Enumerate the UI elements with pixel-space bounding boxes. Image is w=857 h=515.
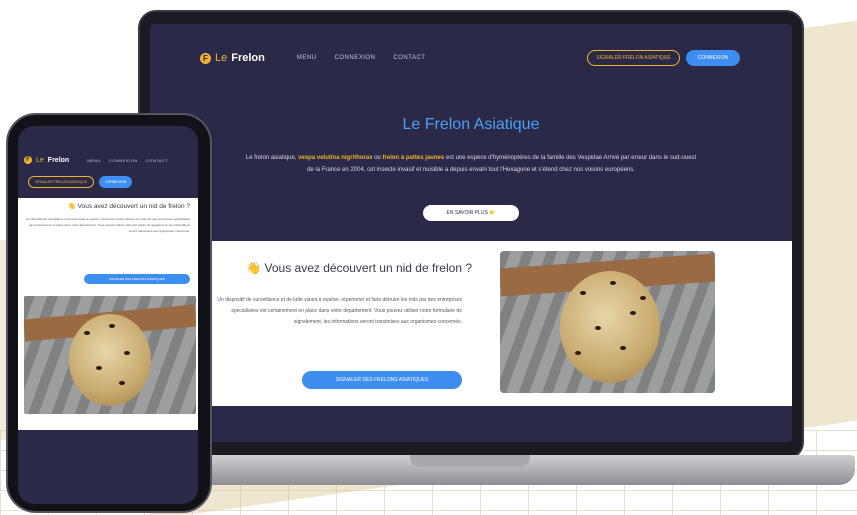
hornet <box>575 351 581 355</box>
report-hornets-button[interactable]: SIGNALER DES FRELONS ASIATIQUES <box>302 371 462 389</box>
footer <box>150 406 792 442</box>
login-button[interactable]: CONNEXION <box>99 176 133 188</box>
hornet <box>84 331 90 335</box>
nav-item-connexion[interactable]: CONNEXION <box>109 158 138 163</box>
hero-paragraph: Le frelon asiatique, vespa velutina nigr… <box>245 152 697 176</box>
report-hornet-button[interactable]: SIGNALER FRELON ASIATIQUE <box>587 50 680 66</box>
section-title: 👋 Vous avez découvert un nid de frelon ? <box>67 203 190 210</box>
hornet <box>620 346 626 350</box>
hero-text-part: Le frelon asiatique, <box>245 155 299 161</box>
nav-item-menu[interactable]: MENU <box>297 55 317 61</box>
nav-actions: SIGNALER FRELON ASIATIQUE CONNEXION <box>587 50 740 66</box>
hornet <box>96 366 102 370</box>
laptop-screen: F Le Frelon MENU CONNEXION CONTACT SIGNA… <box>150 24 792 442</box>
hornet <box>610 281 616 285</box>
report-hornet-button[interactable]: SIGNALER FRELON ASIATIQUE <box>28 176 95 188</box>
mobile-nest-section: 👋 Vous avez découvert un nid de frelon ?… <box>18 198 198 430</box>
nest-section: 👋 Vous avez découvert un nid de frelon ?… <box>150 241 792 406</box>
hero-text-part: ou <box>372 155 383 161</box>
nav-item-connexion[interactable]: CONNEXION <box>335 55 376 61</box>
mobile-menu: MENU CONNEXION CONTACT <box>87 158 168 163</box>
hornet <box>630 311 636 315</box>
hero-highlight-scientific: vespa velutina nigrithorax <box>298 155 373 161</box>
login-button[interactable]: CONNEXION <box>685 50 740 66</box>
hornet <box>124 351 130 355</box>
phone-screen: F Le Frelon MENU CONNEXION CONTACT SIGNA… <box>18 126 198 504</box>
hornet <box>119 381 125 385</box>
hornet-logo-icon: F <box>24 156 32 164</box>
report-hornets-button[interactable]: SIGNALER DES FRELONS ASIATIQUES <box>84 274 190 284</box>
hornet-nest-photo <box>24 296 196 414</box>
section-title: 👋 Vous avez découvert un nid de frelon ? <box>246 261 472 275</box>
nav-item-contact[interactable]: CONTACT <box>146 158 169 163</box>
laptop-notch <box>410 455 530 467</box>
logo-prefix: Le <box>215 52 228 64</box>
logo[interactable]: F Le Frelon <box>200 52 265 64</box>
desktop-menu: MENU CONNEXION CONTACT <box>297 55 426 61</box>
hornet <box>580 291 586 295</box>
hornet <box>595 326 601 330</box>
mobile-nav-actions: SIGNALER FRELON ASIATIQUE CONNEXION <box>28 176 133 188</box>
hornet <box>640 296 646 300</box>
hornet-nest-photo <box>500 251 715 393</box>
mobile-nav: F Le Frelon MENU CONNEXION CONTACT <box>24 156 194 164</box>
hero-title: Le Frelon Asiatique <box>402 116 540 133</box>
logo-name: Frelon <box>231 52 265 64</box>
logo-name: Frelon <box>47 156 70 164</box>
desktop-nav: F Le Frelon MENU CONNEXION CONTACT SIGNA… <box>200 48 740 68</box>
nav-item-contact[interactable]: CONTACT <box>393 55 425 61</box>
logo[interactable]: F Le Frelon <box>24 156 69 164</box>
section-paragraph: Un dispositif de surveillance et de lutt… <box>217 297 462 325</box>
photo-nest <box>560 271 660 383</box>
learn-more-button[interactable]: EN SAVOIR PLUS 👉 <box>423 205 519 221</box>
nav-item-menu[interactable]: MENU <box>87 158 101 163</box>
logo-prefix: Le <box>36 156 44 164</box>
hornet-logo-icon: F <box>200 52 211 64</box>
section-paragraph: Un dispositif de surveillance et de lutt… <box>26 217 190 233</box>
hero-highlight-common: frelon à pattes jaunes <box>382 155 445 161</box>
hornet <box>109 324 115 328</box>
